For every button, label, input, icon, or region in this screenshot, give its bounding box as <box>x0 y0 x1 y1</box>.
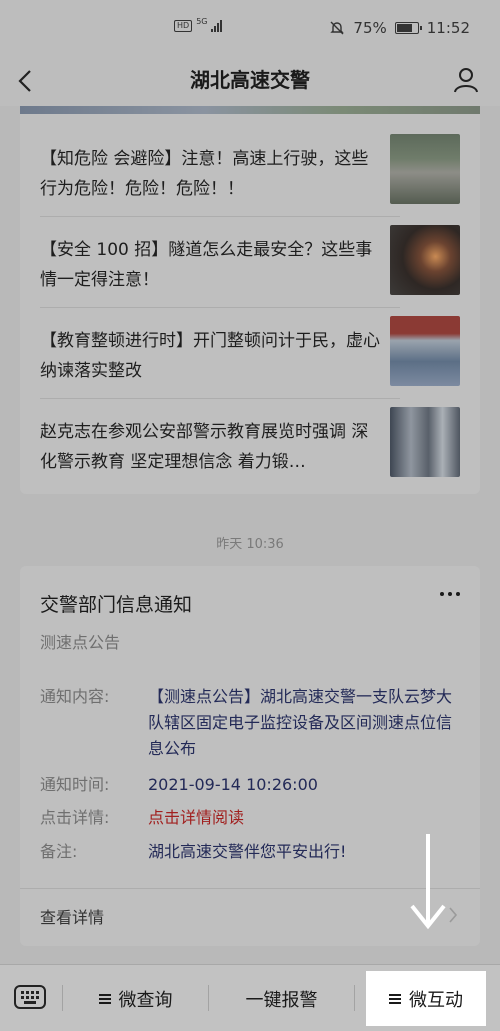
chevron-right-icon <box>449 907 458 923</box>
notice-subtitle: 测速点公告 <box>40 633 121 652</box>
news-thumbnail <box>390 134 460 204</box>
view-details-link[interactable]: 查看详情 <box>40 904 104 928</box>
menu-query-label: 微查询 <box>118 989 173 1011</box>
hd-icon: HD <box>174 20 193 32</box>
menu-emergency-call[interactable]: 一键报警 <box>209 965 354 1031</box>
bottom-menu-bar: 微查询 一键报警 微互动 <box>0 964 500 1031</box>
row-label: 通知时间: <box>40 775 110 794</box>
news-item[interactable]: 【教育整顿进行时】开门整顿问计于民，虚心纳谏落实整改 <box>20 296 480 399</box>
cover-image-strip <box>20 106 480 114</box>
message-timestamp: 昨天 10:36 <box>216 537 284 552</box>
nav-bar: 湖北高速交警 <box>0 56 500 106</box>
signal-icon <box>211 20 223 32</box>
news-card: 【知危险 会避险】注意！高速上行驶，这些行为危险！危险！危险！！ 【安全 100… <box>20 114 480 494</box>
menu-emergency-label: 一键报警 <box>245 989 318 1011</box>
divider <box>354 985 355 1011</box>
network-label: 5G <box>196 16 208 26</box>
row-value: 2021-09-14 10:26:00 <box>148 775 318 794</box>
news-item[interactable]: 赵克志在参观公安部警示教育展览时强调 深化警示教育 坚定理想信念 着力锻… <box>20 387 480 477</box>
row-label: 通知内容: <box>40 687 110 706</box>
notice-title: 交警部门信息通知 <box>40 594 193 616</box>
news-title: 【知危险 会避险】注意！高速上行驶，这些行为危险！危险！危险！！ <box>40 149 369 199</box>
menu-lines-icon <box>98 992 111 1006</box>
menu-lines-icon <box>389 992 401 1006</box>
battery-icon <box>394 22 422 34</box>
mute-bell-icon <box>330 21 345 35</box>
news-title: 赵克志在参观公安部警示教育展览时强调 深化警示教育 坚定理想信念 着力锻… <box>40 422 369 472</box>
news-thumbnail <box>390 407 460 477</box>
news-item[interactable]: 【安全 100 招】隧道怎么走最安全？这些事情一定得注意！ <box>20 205 480 308</box>
clock: 11:52 <box>426 19 470 37</box>
status-bar: HD 5G 75% 11:52 <box>0 0 500 56</box>
news-title: 【教育整顿进行时】开门整顿问计于民，虚心纳谏落实整改 <box>40 331 380 381</box>
more-options-icon[interactable] <box>440 592 460 596</box>
row-label: 点击详情: <box>40 808 110 827</box>
news-item[interactable]: 【知危险 会避险】注意！高速上行驶，这些行为危险！危险！危险！！ <box>20 114 480 217</box>
arrow-down-indicator-icon <box>410 834 446 930</box>
row-value: 【测速点公告】湖北高速交警一支队云梦大队辖区固定电子监控设备及区间测速点位信息公… <box>148 687 453 758</box>
menu-interaction[interactable]: 微互动 <box>366 971 486 1026</box>
news-thumbnail <box>390 225 460 295</box>
keyboard-icon[interactable] <box>14 983 46 1011</box>
battery-percent: 75% <box>353 19 387 37</box>
menu-interaction-label: 微互动 <box>409 989 463 1011</box>
menu-query[interactable]: 微查询 <box>63 965 208 1031</box>
row-label: 备注: <box>40 842 78 861</box>
user-profile-icon[interactable] <box>452 66 480 94</box>
detail-link[interactable]: 点击详情阅读 <box>148 805 458 831</box>
news-title: 【安全 100 招】隧道怎么走最安全？这些事情一定得注意！ <box>40 240 373 290</box>
page-title: 湖北高速交警 <box>190 68 310 92</box>
news-thumbnail <box>390 316 460 386</box>
